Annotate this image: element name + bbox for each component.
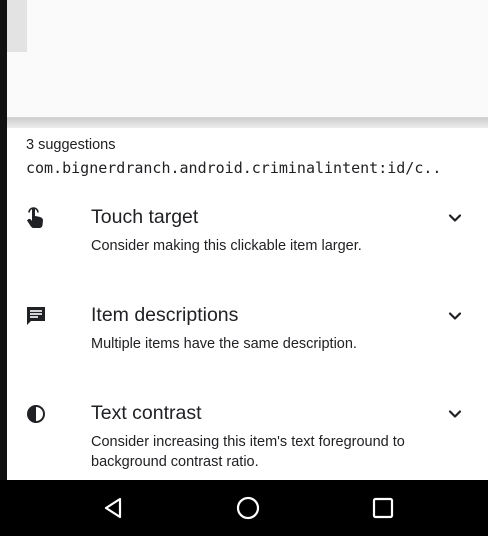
element-id: com.bignerdranch.android.criminalintent:… bbox=[26, 159, 442, 177]
suggestion-description: Multiple items have the same description… bbox=[91, 336, 357, 352]
back-icon[interactable] bbox=[99, 493, 129, 523]
suggestion-title: Item descriptions bbox=[91, 304, 239, 326]
suggestion-item-descriptions[interactable]: Item descriptions Multiple items have th… bbox=[7, 304, 488, 394]
suggestion-description: Consider making this clickable item larg… bbox=[91, 238, 362, 254]
suggestion-text-contrast[interactable]: Text contrast Consider increasing this i… bbox=[7, 402, 488, 492]
home-icon[interactable] bbox=[233, 493, 263, 523]
suggestion-title: Touch target bbox=[91, 206, 199, 228]
device-screen: 3 suggestions com.bignerdranch.android.c… bbox=[0, 0, 488, 536]
sheet-shadow bbox=[7, 118, 488, 128]
app-content-area bbox=[7, 0, 488, 118]
chevron-down-icon[interactable] bbox=[445, 306, 465, 326]
item-descriptions-icon bbox=[25, 304, 47, 328]
suggestion-title: Text contrast bbox=[91, 402, 202, 424]
chevron-down-icon[interactable] bbox=[445, 404, 465, 424]
suggestion-count: 3 suggestions bbox=[26, 137, 116, 153]
touch-target-icon bbox=[25, 206, 47, 230]
navigation-bar bbox=[0, 480, 488, 536]
recents-icon[interactable] bbox=[368, 493, 398, 523]
highlighted-view[interactable] bbox=[7, 0, 27, 52]
suggestion-description: Consider increasing this item's text for… bbox=[91, 434, 405, 470]
suggestion-touch-target[interactable]: Touch target Consider making this clicka… bbox=[7, 206, 488, 296]
text-contrast-icon bbox=[25, 402, 47, 426]
device-edge bbox=[0, 0, 7, 480]
chevron-down-icon[interactable] bbox=[445, 208, 465, 228]
accessibility-suggestions-sheet: 3 suggestions com.bignerdranch.android.c… bbox=[7, 128, 488, 480]
